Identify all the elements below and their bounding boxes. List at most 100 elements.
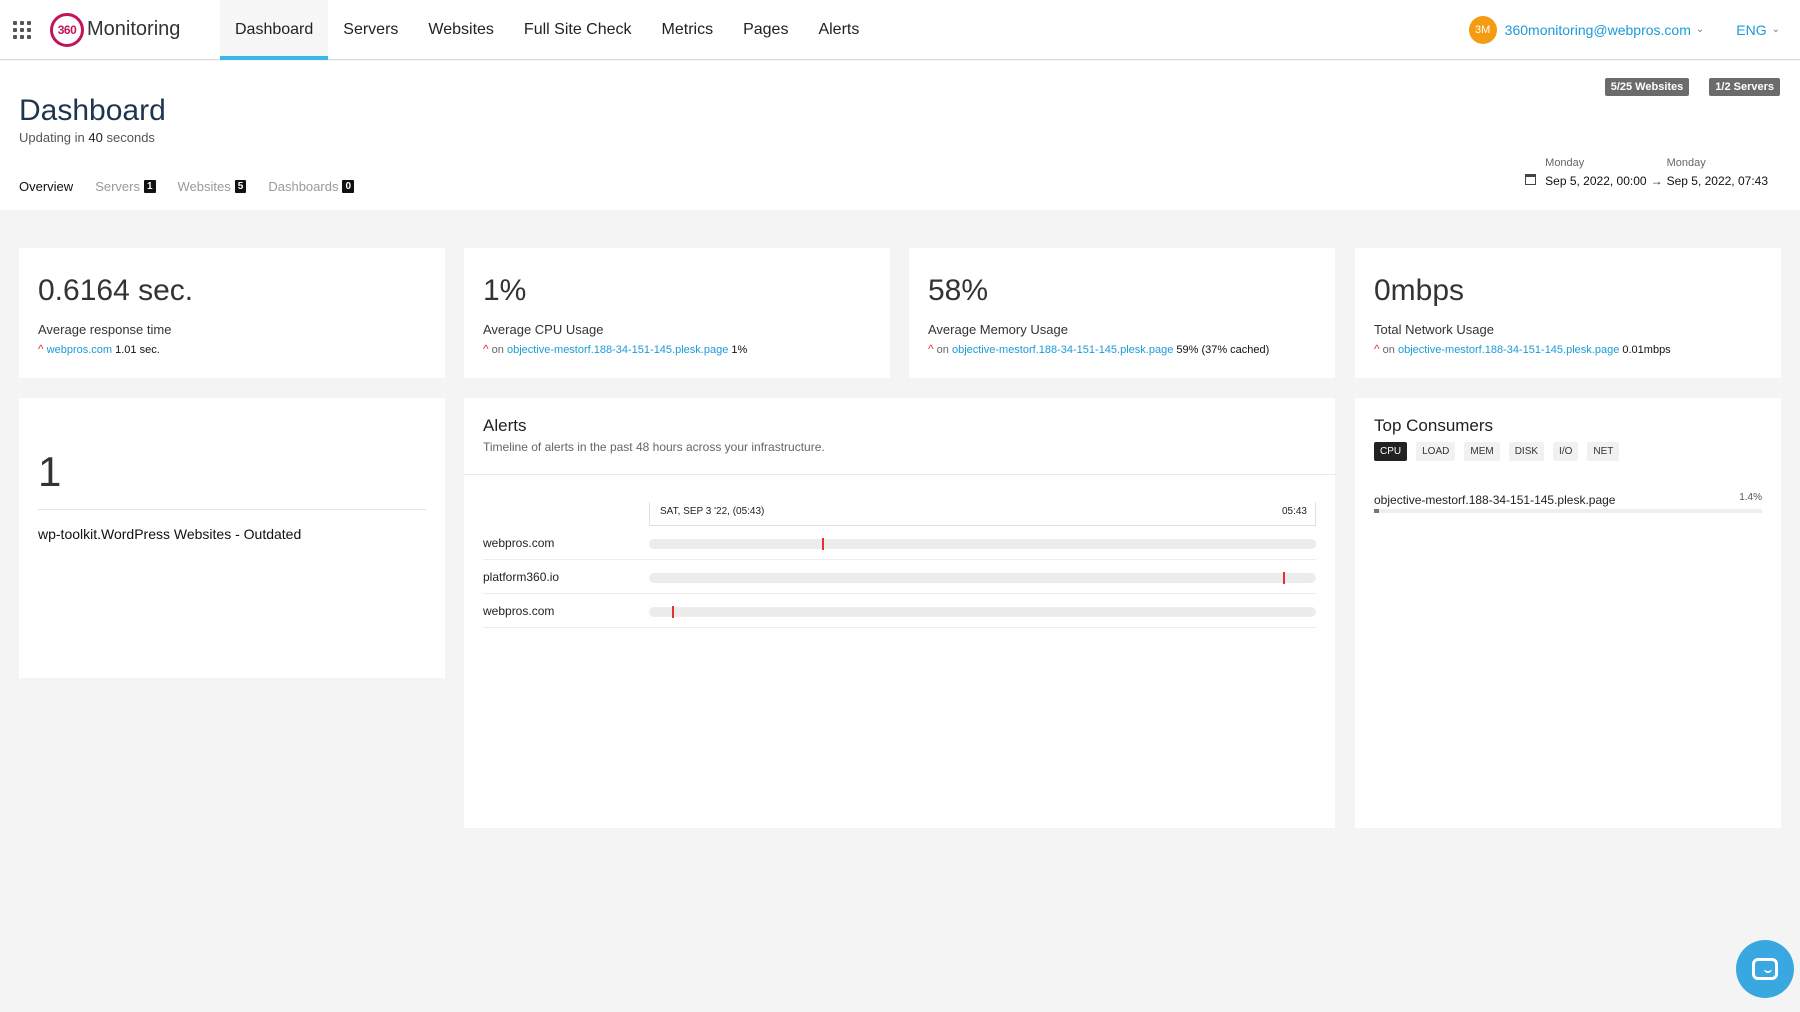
stat-value: 58% [928,274,989,307]
logo-mark: 360 [50,12,84,47]
stat-detail: ^ on objective-mestorf.188-34-151-145.ple… [928,342,1269,356]
tab-dashboards[interactable]: Dashboards 0 [268,179,355,194]
alerts-subtitle: Timeline of alerts in the past 48 hours … [483,440,825,454]
stat-on: on [1382,344,1395,356]
stat-label: Total Network Usage [1374,322,1494,337]
tab-label: Overview [19,179,74,194]
timeline-row[interactable]: webpros.com [483,594,1316,628]
date-from: Monday Sep 5, 2022, 00:00 [1545,157,1646,188]
alert-mark[interactable] [1282,572,1285,584]
chevron-down-icon: ⌄ [1771,24,1780,35]
date-to: Monday Sep 5, 2022, 07:43 [1667,157,1768,188]
user-area: 3M 360monitoring@webpros.com ⌄ ENG ⌄ [1468,0,1800,59]
tab-servers[interactable]: Servers 1 [95,179,156,194]
nav-dashboard[interactable]: Dashboard [220,0,329,60]
tab-disk[interactable]: DISK [1508,442,1545,461]
dashboard-tabs: Overview Servers 1 Websites 5 Dashboards 0 [19,179,355,194]
tab-overview[interactable]: Overview [19,179,73,194]
stat-link[interactable]: objective-mestorf.188-34-151-145.plesk.p… [1398,344,1619,356]
tab-count: 1 [143,180,156,193]
stat-link[interactable]: objective-mestorf.188-34-151-145.plesk.p… [507,344,728,356]
update-countdown: Updating in 40 seconds [19,130,155,145]
outdated-websites-card[interactable]: 1 wp-toolkit.WordPress Websites - Outdat… [19,398,445,678]
nav-full-site-check[interactable]: Full Site Check [509,0,647,59]
consumer-item[interactable]: objective-mestorf.188-34-151-145.plesk.p… [1374,491,1762,513]
nav-alerts[interactable]: Alerts [803,0,874,59]
avatar[interactable]: 3M [1468,15,1497,44]
updating-suffix: seconds [106,130,155,145]
servers-quota-badge: 1/2 Servers [1709,78,1780,96]
date-range-picker[interactable]: Monday Sep 5, 2022, 00:00 → Monday Sep 5… [1525,157,1768,188]
apps-grid-icon [13,20,31,39]
arrow-right-icon: → [1650,174,1663,188]
stat-link[interactable]: webpros.com [47,344,112,356]
chat-button[interactable] [1736,940,1794,998]
divider [38,509,426,510]
alert-mark[interactable] [672,606,675,618]
stat-detail-value: 1% [731,344,748,356]
calendar-icon [1525,174,1537,185]
stat-card-memory: 58% Average Memory Usage ^ on objective-m… [909,248,1335,378]
consumer-bar-fill [1374,509,1380,513]
tab-io[interactable]: I/O [1553,442,1579,461]
timeline-start-label: SAT, SEP 3 '22, (05:43) [660,506,765,517]
stat-label: Average Memory Usage [928,322,1068,337]
updating-prefix: Updating in [19,130,85,145]
divider [464,474,1335,475]
app-logo[interactable]: 360 Monitoring [50,0,214,59]
stat-card-cpu: 1% Average CPU Usage ^ on objective-mesto… [464,248,890,378]
page-header: Dashboard Updating in 40 seconds 5/25 We… [0,61,1800,210]
tab-websites[interactable]: Websites 5 [178,179,247,194]
tab-count: 0 [342,180,355,193]
tab-count: 5 [234,180,247,193]
stat-label: Average CPU Usage [483,322,604,337]
nav-servers[interactable]: Servers [328,0,413,59]
quota-badges: 5/25 Websites 1/2 Servers [1604,78,1780,96]
consumer-value: 1.4% [1739,492,1762,503]
arrow-up-icon: ^ [38,342,44,356]
alerts-card: Alerts Timeline of alerts in the past 48… [464,398,1335,828]
nav-pages[interactable]: Pages [728,0,803,59]
timeline-bar [649,606,1316,618]
language-selector[interactable]: ENG [1736,22,1766,38]
timeline-host: webpros.com [483,536,555,550]
tab-mem[interactable]: MEM [1464,442,1500,461]
stat-detail-value: 59% (37% cached) [1176,344,1270,356]
stat-link[interactable]: objective-mestorf.188-34-151-145.plesk.p… [952,344,1173,356]
chevron-down-icon: ⌄ [1695,24,1705,35]
arrow-up-icon: ^ [1374,342,1380,356]
stat-value: 0.6164 sec. [38,274,194,307]
tab-label: Servers [95,179,140,194]
date-from-day: Monday [1545,157,1585,169]
stat-detail: ^ on objective-mestorf.188-34-151-145.ple… [483,342,747,356]
consumer-metric-tabs: CPU LOAD MEM DISK I/O NET [1374,442,1620,461]
tab-label: Dashboards [268,179,339,194]
tab-cpu[interactable]: CPU [1374,442,1408,461]
date-to-day: Monday [1666,157,1706,169]
date-from-value: Sep 5, 2022, 00:00 [1545,174,1647,188]
tab-label: Websites [177,179,231,194]
timeline-bar [649,572,1316,584]
timeline-host: platform360.io [483,570,560,584]
stat-detail-value: 0.01mbps [1622,344,1671,356]
consumer-bar [1374,509,1762,513]
arrow-up-icon: ^ [928,342,934,356]
arrow-up-icon: ^ [483,342,489,356]
tab-load[interactable]: LOAD [1416,442,1456,461]
stat-label: Average response time [38,322,172,337]
user-menu[interactable]: 360monitoring@webpros.com [1505,22,1691,38]
app-name: Monitoring [87,18,181,40]
stat-on: on [936,344,949,356]
apps-menu-button[interactable] [0,0,44,59]
alerts-title: Alerts [483,416,527,435]
stat-value: 0mbps [1374,274,1465,307]
tab-net[interactable]: NET [1587,442,1620,461]
nav-metrics[interactable]: Metrics [647,0,729,59]
consumers-title: Top Consumers [1374,416,1494,435]
count-label: wp-toolkit.WordPress Websites - Outdated [38,526,302,542]
nav-websites[interactable]: Websites [413,0,509,59]
updating-seconds: 40 [88,130,103,145]
timeline-row[interactable]: webpros.com [483,526,1316,560]
timeline-row[interactable]: platform360.io [483,560,1316,594]
alert-mark[interactable] [822,538,825,550]
